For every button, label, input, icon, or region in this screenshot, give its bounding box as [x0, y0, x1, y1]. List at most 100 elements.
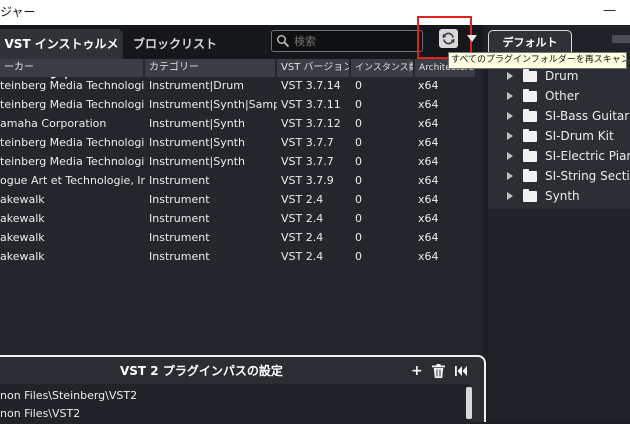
- expand-arrow-icon[interactable]: [507, 72, 513, 80]
- tree-item-drum[interactable]: Drum: [488, 67, 630, 87]
- folder-icon: [523, 69, 537, 82]
- expand-arrow-icon[interactable]: [507, 172, 513, 180]
- folder-icon: [523, 169, 537, 182]
- table-row[interactable]: akewalk Instrument VST 2.4 0 x64: [0, 229, 482, 248]
- search-icon: [276, 33, 290, 48]
- cell-category: Instrument|Drum: [149, 79, 244, 92]
- cell-architecture: x64: [418, 212, 439, 225]
- cell-vendor: amaha Corporation: [0, 117, 107, 130]
- move-to-top-icon[interactable]: [455, 366, 467, 381]
- vst2-path-list: non Files\Steinberg\VST2 non Files\VST2: [0, 384, 470, 424]
- cell-architecture: x64: [418, 193, 439, 206]
- cell-vendor: ogue Art et Technologie, Inc: [0, 174, 145, 187]
- cell-instances: 0: [355, 250, 362, 263]
- cell-vendor: teinberg Media Technologies: [0, 98, 145, 111]
- cell-version: VST 3.7.7: [281, 155, 334, 168]
- vst2-path-panel: VST 2 プラグインパスの設定 + non Files\Steinberg\V…: [0, 355, 486, 424]
- tree-item-synth[interactable]: Synth: [488, 187, 630, 207]
- table-row[interactable]: teinberg Media Technologies Instrument|S…: [0, 153, 482, 172]
- cell-version: VST 3.7.9: [281, 174, 334, 187]
- table-row[interactable]: teinberg Media Technologies Instrument|S…: [0, 96, 482, 115]
- cell-version: VST 3.7.11: [281, 98, 341, 111]
- column-header-vendor[interactable]: ーカー: [0, 59, 143, 77]
- scrollbar[interactable]: [466, 387, 472, 419]
- tree-item-si-string-section[interactable]: SI-String Section: [488, 167, 630, 187]
- cell-category: Instrument: [149, 193, 210, 206]
- cell-architecture: x64: [418, 79, 439, 92]
- table-row[interactable]: teinberg Media Technologies Instrument|S…: [0, 134, 482, 153]
- trash-icon[interactable]: [432, 364, 445, 381]
- table-row[interactable]: ogue Art et Technologie, Inc Instrument …: [0, 172, 482, 191]
- tree-item-si-drum-kit[interactable]: SI-Drum Kit: [488, 127, 630, 147]
- column-header-category[interactable]: カテゴリー: [145, 59, 275, 77]
- expand-arrow-icon[interactable]: [507, 112, 513, 120]
- cell-version: VST 2.4: [281, 193, 324, 206]
- cell-version: VST 2.4: [281, 212, 324, 225]
- cell-vendor: akewalk: [0, 231, 45, 244]
- table-row[interactable]: amaha Corporation Instrument|Synth VST 3…: [0, 115, 482, 134]
- cell-version: VST 2.4: [281, 250, 324, 263]
- rescan-tooltip: すべてのプラグインフォルダーを再スキャン: [448, 52, 627, 69]
- tab-vst-instruments[interactable]: VST インストゥルメント: [0, 29, 123, 81]
- folder-icon: [523, 129, 537, 142]
- folder-icon: [523, 89, 537, 102]
- cell-category: Instrument: [149, 231, 210, 244]
- path-item[interactable]: non Files\VST2: [0, 405, 470, 423]
- expand-arrow-icon[interactable]: [507, 192, 513, 200]
- cell-version: VST 3.7.14: [281, 79, 341, 92]
- add-icon[interactable]: +: [411, 364, 423, 378]
- cell-instances: 0: [355, 155, 362, 168]
- rescan-button[interactable]: [439, 29, 458, 48]
- expand-arrow-icon[interactable]: [507, 132, 513, 140]
- tab-blocklist[interactable]: ブロックリスト: [130, 29, 220, 59]
- cell-vendor: akewalk: [0, 193, 45, 206]
- cell-category: Instrument|Synth: [149, 117, 245, 130]
- cell-instances: 0: [355, 231, 362, 244]
- cell-vendor: teinberg Media Technologies: [0, 136, 145, 149]
- search-box[interactable]: [271, 30, 423, 52]
- panel-scroll-handle[interactable]: [612, 35, 630, 43]
- cell-category: Instrument: [149, 174, 210, 187]
- cell-vendor: akewalk: [0, 212, 45, 225]
- window-titlebar: ジャー —: [0, 0, 630, 25]
- cell-architecture: x64: [418, 155, 439, 168]
- cell-instances: 0: [355, 79, 362, 92]
- minimize-button[interactable]: —: [603, 3, 616, 18]
- table-row[interactable]: akewalk Instrument VST 2.4 0 x64: [0, 248, 482, 267]
- cell-version: VST 3.7.7: [281, 136, 334, 149]
- cell-instances: 0: [355, 212, 362, 225]
- cell-architecture: x64: [418, 98, 439, 111]
- column-header-instances[interactable]: インスタンス数: [351, 59, 413, 77]
- table-row[interactable]: akewalk Instrument VST 2.4 0 x64: [0, 191, 482, 210]
- cell-instances: 0: [355, 117, 362, 130]
- cell-category: Instrument|Synth: [149, 155, 245, 168]
- cell-architecture: x64: [418, 174, 439, 187]
- tree-item-si-bass-guitar[interactable]: SI-Bass Guitar: [488, 107, 630, 127]
- dropdown-arrow-icon[interactable]: [467, 35, 477, 42]
- cell-vendor: teinberg Media Technologies: [0, 155, 145, 168]
- window-title: ジャー: [0, 5, 36, 19]
- cell-vendor: teinberg Media Technologies: [0, 79, 145, 92]
- cell-category: Instrument: [149, 212, 210, 225]
- folder-icon: [523, 149, 537, 162]
- table-row[interactable]: akewalk Instrument VST 2.4 0 x64: [0, 210, 482, 229]
- preset-tree: Drum Other SI-Bass Guitar SI-Drum Kit SI…: [488, 59, 630, 209]
- cell-instances: 0: [355, 98, 362, 111]
- column-header-version[interactable]: VST バージョン: [277, 59, 349, 77]
- tab-bar: VST インストゥルメント ブロックリスト: [0, 16, 482, 81]
- expand-arrow-icon[interactable]: [507, 92, 513, 100]
- cell-vendor: akewalk: [0, 250, 45, 263]
- cell-instances: 0: [355, 136, 362, 149]
- folder-icon: [523, 189, 537, 202]
- cell-instances: 0: [355, 193, 362, 206]
- vst2-panel-title: VST 2 プラグインパスの設定: [120, 364, 283, 378]
- tree-item-si-electric-piano[interactable]: SI-Electric Piano: [488, 147, 630, 167]
- cell-category: Instrument: [149, 250, 210, 263]
- tree-item-other[interactable]: Other: [488, 87, 630, 107]
- search-input[interactable]: [292, 32, 421, 50]
- cell-version: VST 2.4: [281, 231, 324, 244]
- preset-panel: デフォルト Drum Other SI-Bass Guitar SI-Drum …: [488, 25, 630, 420]
- path-item[interactable]: non Files\Steinberg\VST2: [0, 387, 470, 405]
- table-row[interactable]: teinberg Media Technologies Instrument|D…: [0, 77, 482, 96]
- expand-arrow-icon[interactable]: [507, 152, 513, 160]
